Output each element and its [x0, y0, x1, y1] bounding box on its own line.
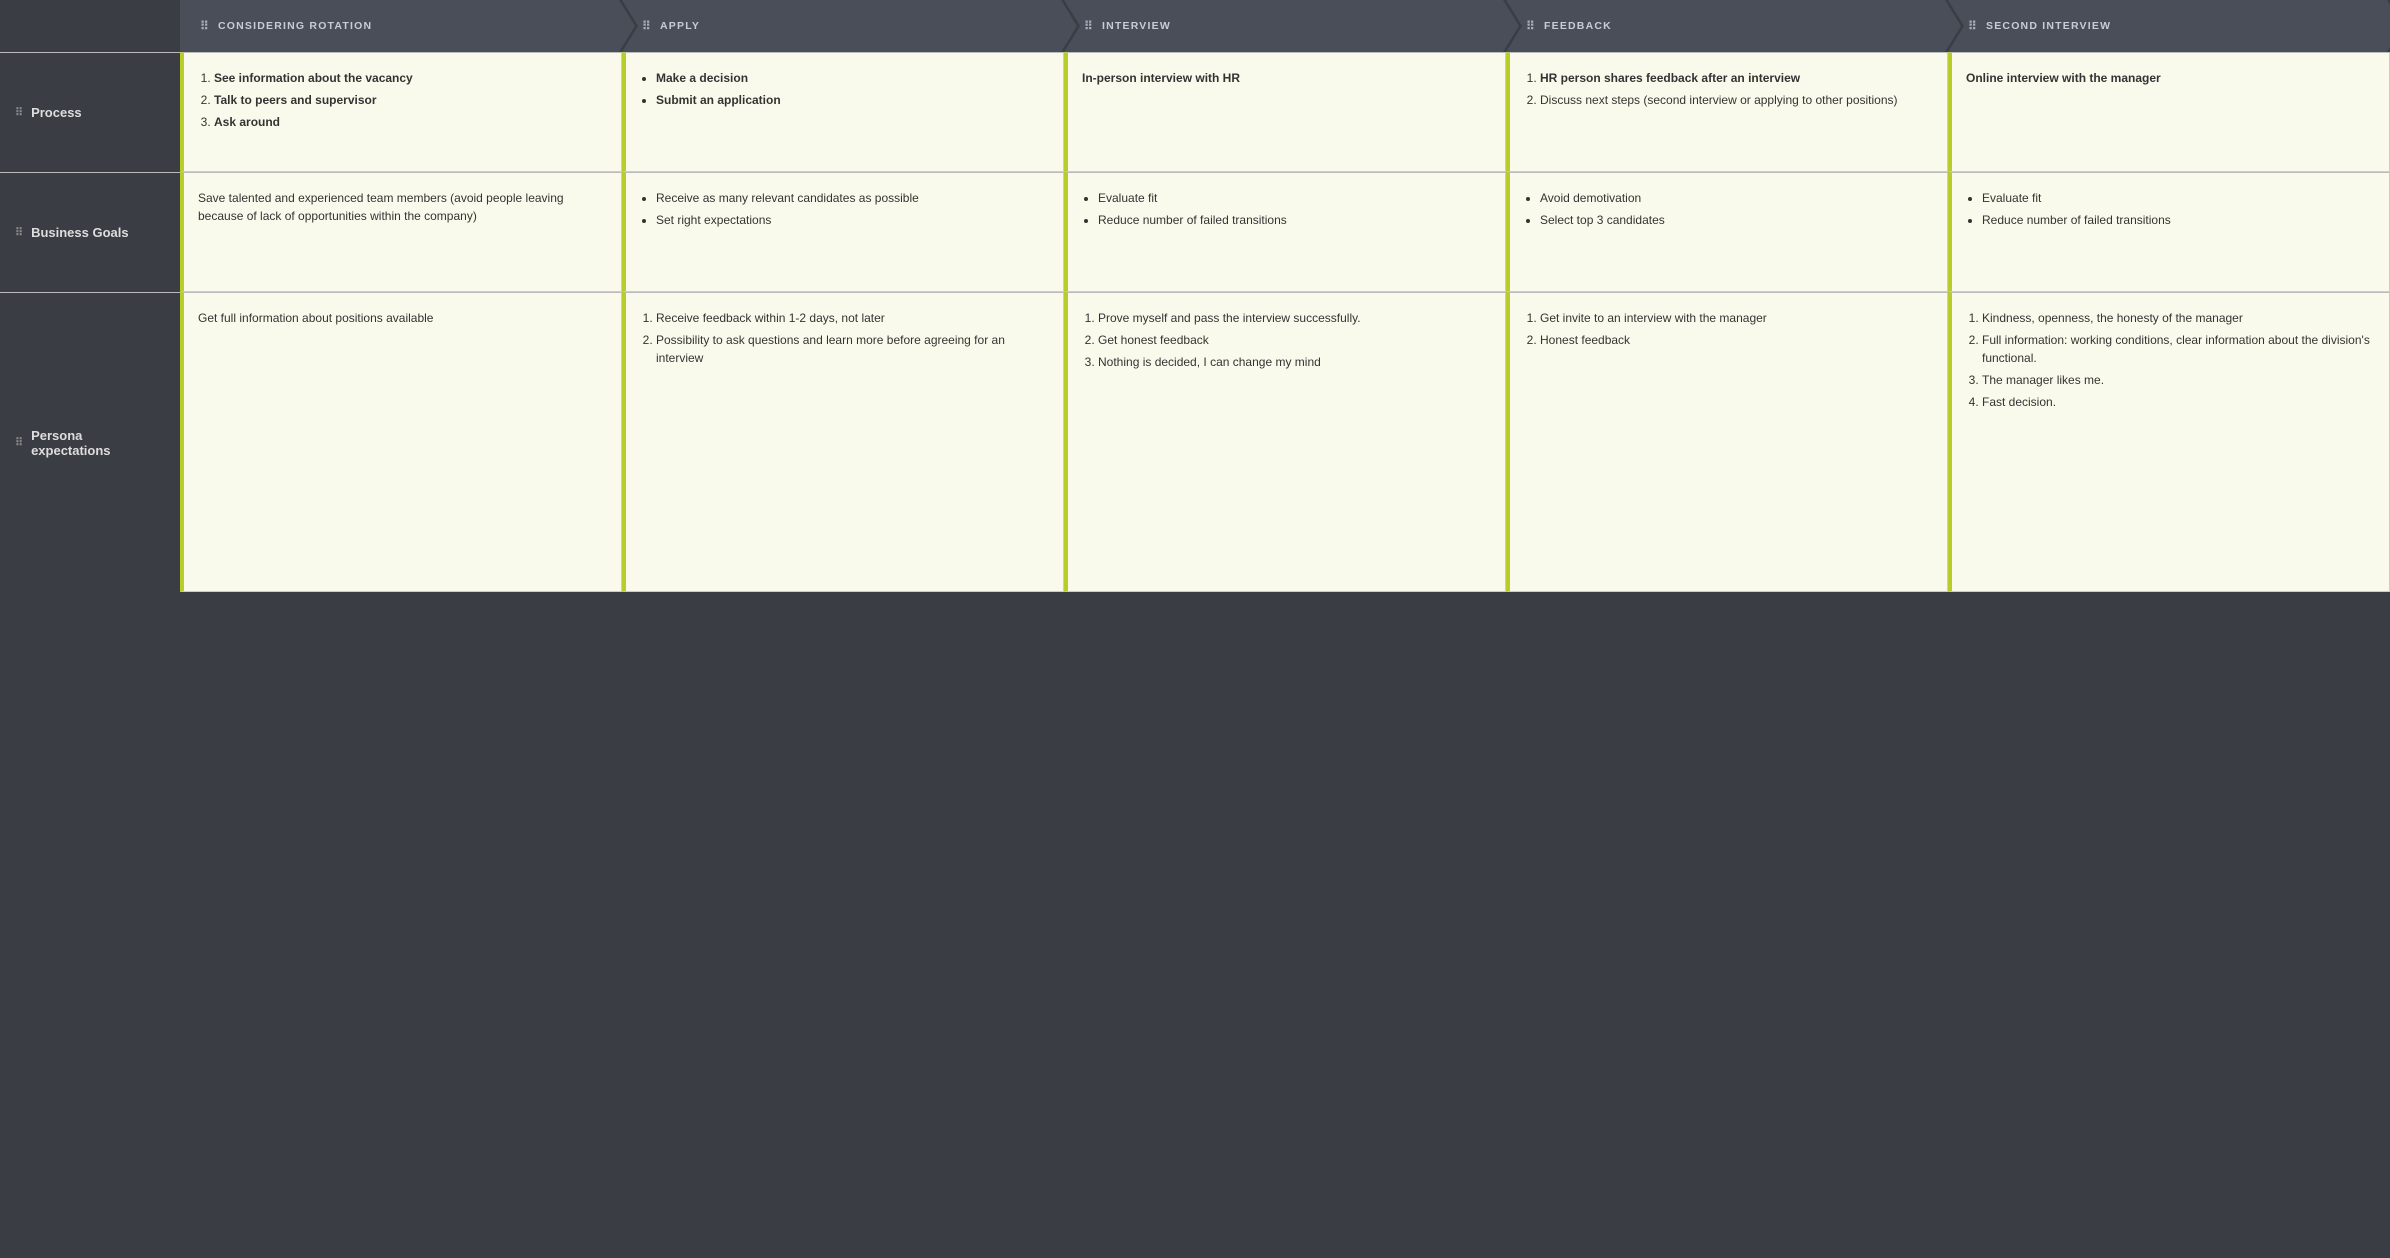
- header-col3-label: INTERVIEW: [1102, 20, 1171, 32]
- cell-business-col3: Evaluate fit Reduce number of failed tra…: [1064, 172, 1506, 292]
- item-text: Online interview with the manager: [1966, 71, 2161, 85]
- cell-persona-col5: Kindness, openness, the honesty of the m…: [1948, 292, 2390, 592]
- cell-text: In-person interview with HR: [1082, 69, 1491, 87]
- header-col3: ⠿ INTERVIEW: [1064, 0, 1503, 52]
- item-text: In-person interview with HR: [1082, 71, 1240, 85]
- header-col5-label: SECOND INTERVIEW: [1986, 20, 2111, 32]
- list-item: Get invite to an interview with the mana…: [1540, 309, 1933, 327]
- list-item: Full information: working conditions, cl…: [1982, 331, 2375, 367]
- cell-business-col1: Save talented and experienced team membe…: [180, 172, 622, 292]
- dots-icon-col4: ⠿: [1526, 19, 1536, 33]
- dots-icon-col3: ⠿: [1084, 19, 1094, 33]
- list-persona-col3: Prove myself and pass the interview succ…: [1082, 309, 1491, 371]
- list-item: Nothing is decided, I can change my mind: [1098, 353, 1491, 371]
- cell-text: Get full information about positions ava…: [198, 309, 607, 327]
- cell-text: Save talented and experienced team membe…: [198, 189, 607, 225]
- cell-business-col5: Evaluate fit Reduce number of failed tra…: [1948, 172, 2390, 292]
- list-item: Evaluate fit: [1982, 189, 2375, 207]
- row-label-process-text: Process: [31, 105, 82, 120]
- list-process-col2: Make a decision Submit an application: [640, 69, 1049, 109]
- list-item: Select top 3 candidates: [1540, 211, 1933, 229]
- cell-process-col2: Make a decision Submit an application: [622, 52, 1064, 172]
- header-col2-label: APPLY: [660, 20, 700, 32]
- list-item: Possibility to ask questions and learn m…: [656, 331, 1049, 367]
- row-label-process: ⠿ Process: [0, 52, 180, 172]
- cell-persona-col2: Receive feedback within 1-2 days, not la…: [622, 292, 1064, 592]
- item-text: Talk to peers and supervisor: [214, 93, 377, 107]
- dots-icon-col2: ⠿: [642, 19, 652, 33]
- header-col2: ⠿ APPLY: [622, 0, 1061, 52]
- corner-cell: [0, 0, 180, 52]
- list-item: Talk to peers and supervisor: [214, 91, 607, 109]
- list-business-col2: Receive as many relevant candidates as p…: [640, 189, 1049, 229]
- cell-business-col2: Receive as many relevant candidates as p…: [622, 172, 1064, 292]
- row-dots-persona: ⠿: [15, 436, 23, 449]
- cell-text: Online interview with the manager: [1966, 69, 2375, 87]
- item-text: Make a decision: [656, 71, 748, 85]
- list-item: HR person shares feedback after an inter…: [1540, 69, 1933, 87]
- list-business-col5: Evaluate fit Reduce number of failed tra…: [1966, 189, 2375, 229]
- list-process-col1: See information about the vacancy Talk t…: [198, 69, 607, 131]
- row-dots-process: ⠿: [15, 106, 23, 119]
- cell-process-col1: See information about the vacancy Talk t…: [180, 52, 622, 172]
- list-item: Submit an application: [656, 91, 1049, 109]
- row-label-business-text: Business Goals: [31, 225, 129, 240]
- cell-persona-col3: Prove myself and pass the interview succ…: [1064, 292, 1506, 592]
- list-item: Kindness, openness, the honesty of the m…: [1982, 309, 2375, 327]
- item-text: HR person shares feedback after an inter…: [1540, 71, 1800, 85]
- list-item: Discuss next steps (second interview or …: [1540, 91, 1933, 109]
- dots-icon-col5: ⠿: [1968, 19, 1978, 33]
- list-item: Make a decision: [656, 69, 1049, 87]
- cell-persona-col4: Get invite to an interview with the mana…: [1506, 292, 1948, 592]
- header-col5: ⠿ SECOND INTERVIEW: [1948, 0, 2387, 52]
- item-text: Submit an application: [656, 93, 781, 107]
- list-item: Prove myself and pass the interview succ…: [1098, 309, 1491, 327]
- list-item: Receive feedback within 1-2 days, not la…: [656, 309, 1049, 327]
- cell-process-col3: In-person interview with HR: [1064, 52, 1506, 172]
- list-item: Fast decision.: [1982, 393, 2375, 411]
- list-process-col4: HR person shares feedback after an inter…: [1524, 69, 1933, 109]
- list-item: Set right expectations: [656, 211, 1049, 229]
- row-dots-business: ⠿: [15, 226, 23, 239]
- header-col4: ⠿ FEEDBACK: [1506, 0, 1945, 52]
- item-text: Ask around: [214, 115, 280, 129]
- list-item: Reduce number of failed transitions: [1098, 211, 1491, 229]
- list-business-col4: Avoid demotivation Select top 3 candidat…: [1524, 189, 1933, 229]
- row-label-persona-text: Persona expectations: [31, 428, 165, 458]
- list-persona-col4: Get invite to an interview with the mana…: [1524, 309, 1933, 349]
- dots-icon-col1: ⠿: [200, 19, 210, 33]
- header-col1: ⠿ CONSIDERING ROTATION: [180, 0, 619, 52]
- list-item: The manager likes me.: [1982, 371, 2375, 389]
- header-col4-label: FEEDBACK: [1544, 20, 1612, 32]
- list-persona-col2: Receive feedback within 1-2 days, not la…: [640, 309, 1049, 367]
- cell-business-col4: Avoid demotivation Select top 3 candidat…: [1506, 172, 1948, 292]
- row-label-persona: ⠿ Persona expectations: [0, 292, 180, 592]
- list-item: Reduce number of failed transitions: [1982, 211, 2375, 229]
- main-grid: ⠿ CONSIDERING ROTATION ⠿ APPLY ⠿ INTERVI…: [0, 0, 2390, 592]
- list-item: Receive as many relevant candidates as p…: [656, 189, 1049, 207]
- list-item: Avoid demotivation: [1540, 189, 1933, 207]
- list-item: Evaluate fit: [1098, 189, 1491, 207]
- item-text: See information about the vacancy: [214, 71, 413, 85]
- header-col1-label: CONSIDERING ROTATION: [218, 20, 372, 32]
- cell-process-col4: HR person shares feedback after an inter…: [1506, 52, 1948, 172]
- list-item: Get honest feedback: [1098, 331, 1491, 349]
- cell-persona-col1: Get full information about positions ava…: [180, 292, 622, 592]
- row-label-business: ⠿ Business Goals: [0, 172, 180, 292]
- list-item: See information about the vacancy: [214, 69, 607, 87]
- list-item: Ask around: [214, 113, 607, 131]
- list-item: Honest feedback: [1540, 331, 1933, 349]
- cell-process-col5: Online interview with the manager: [1948, 52, 2390, 172]
- list-business-col3: Evaluate fit Reduce number of failed tra…: [1082, 189, 1491, 229]
- list-persona-col5: Kindness, openness, the honesty of the m…: [1966, 309, 2375, 411]
